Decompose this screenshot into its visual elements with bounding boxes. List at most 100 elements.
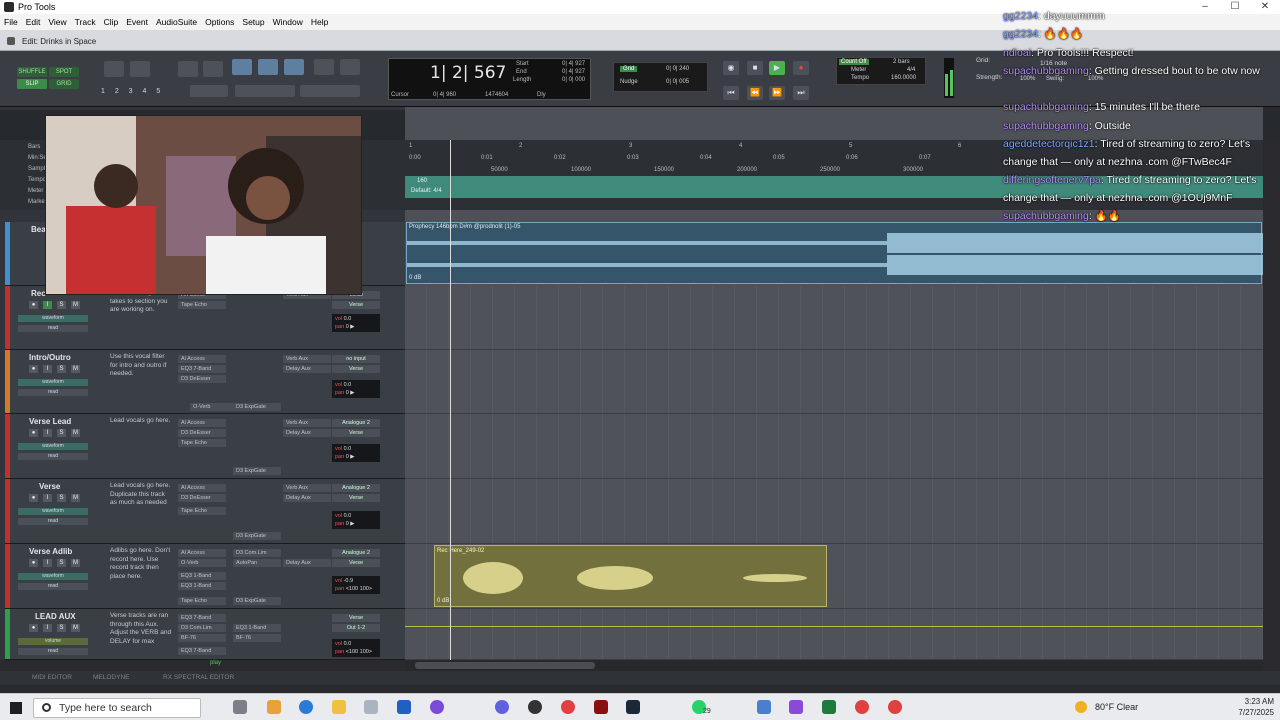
pencil-tool-icon[interactable] [340,59,360,75]
system-clock[interactable]: 3:23 AM 7/27/2025 [1238,696,1274,718]
input-monitor-button[interactable]: I [43,494,52,502]
automation-mode[interactable]: read [18,389,88,396]
taskbar-search-input[interactable]: Type here to search [33,698,201,718]
scrollbar-thumb[interactable] [415,662,595,669]
send-slot[interactable]: D3 Com.Lim [233,549,281,557]
input-selector[interactable]: Verse [332,614,380,622]
track-view-selector[interactable]: volume [18,638,88,645]
insert-slot[interactable]: Al Access [178,419,226,427]
insert-slot[interactable]: EQ3 1-Band [178,582,226,590]
end-value[interactable]: 0| 4| 927 [562,69,585,75]
media-icon[interactable] [528,700,542,714]
task-view-icon[interactable] [233,700,247,714]
track-view-selector[interactable]: waveform [18,379,88,386]
send-slot[interactable]: Delay Aux [283,365,331,373]
menu-edit[interactable]: Edit [26,17,41,27]
zoom-presets[interactable]: 1 2 3 4 5 [101,88,164,95]
zoomer-tool-icon[interactable] [203,61,223,77]
steam-icon[interactable] [626,700,640,714]
selector-tool-icon[interactable] [258,59,278,75]
track-verse-adlib[interactable]: Verse Adlib ● I S M waveform read Adlibs… [5,544,405,609]
automation-mode[interactable]: read [18,518,88,525]
solo-button[interactable]: S [57,301,66,309]
tab-midi-editor[interactable]: MIDI EDITOR [32,674,72,681]
track-view-selector[interactable]: waveform [18,508,88,515]
track-name[interactable]: Rec [31,289,46,298]
menu-file[interactable]: File [4,17,18,27]
record-enable-icon[interactable]: ● [29,494,38,502]
trim-tool-icon[interactable] [232,59,252,75]
nudge-value[interactable]: 0| 0| 005 [666,79,689,85]
menu-setup[interactable]: Setup [242,17,264,27]
insert-slot[interactable]: Al Access [178,484,226,492]
audio-clip-adlib[interactable]: Rec Here_249-02 0 dB [434,545,827,607]
input-monitor-button[interactable]: I [43,559,52,567]
insert-slot[interactable]: EQ3 7-Band [178,647,226,655]
zoom-out-icon[interactable] [104,61,124,77]
track-lane[interactable] [405,414,1263,479]
track-rec[interactable]: Rec ● I S M waveform read track and drag… [5,286,405,350]
count-off-button[interactable]: Count Off [839,59,869,65]
spot-mode-button[interactable]: SPOT [49,67,79,77]
tab-to-transient-icon[interactable] [190,85,228,97]
app-icon-3[interactable] [789,700,803,714]
track-name[interactable]: Verse Adlib [29,547,72,556]
edge-icon[interactable] [299,700,313,714]
fast-forward-button[interactable]: ⏩ [769,86,785,100]
file-explorer-icon[interactable] [332,700,346,714]
mute-button[interactable]: M [71,429,80,437]
track-view-selector[interactable]: waveform [18,573,88,580]
input-monitor-button[interactable]: I [43,624,52,632]
start-value[interactable]: 0| 4| 927 [562,61,585,67]
track-intro-outro[interactable]: Intro/Outro ● I S M waveform read Use th… [5,350,405,414]
input-selector[interactable]: Analogue 2 [332,419,380,427]
record-enable-icon[interactable]: ● [29,301,38,309]
menu-clip[interactable]: Clip [104,17,119,27]
clip-gain[interactable]: 0 dB [409,275,421,281]
menu-track[interactable]: Track [75,17,96,27]
weather-icon[interactable] [1075,701,1087,713]
insert-slot[interactable]: D3 ExpGate [233,403,281,411]
aux-automation-line[interactable] [405,626,1263,627]
return-to-zero-button[interactable]: ⏮ [723,86,739,100]
chrome-icon[interactable] [561,700,575,714]
go-to-end-button[interactable]: ⏭ [793,86,809,100]
audio-clip-beat[interactable]: Prophecy 146bpm D#m @prodnolit (1)-05 0 … [406,222,1263,284]
insert-slot[interactable]: Tape Echo [178,301,226,309]
record-enable-icon[interactable]: ● [29,559,38,567]
grid-value[interactable]: 0| 0| 240 [666,66,689,72]
chrome-icon-2[interactable] [855,700,869,714]
menu-view[interactable]: View [48,17,66,27]
outlook-icon[interactable] [397,700,411,714]
track-comment[interactable]: Use this vocal filter for intro and outr… [110,353,172,379]
solo-button[interactable]: S [57,429,66,437]
insert-slot[interactable]: O-Verb [178,559,226,567]
tab-melodyne[interactable]: MELODYNE [93,674,129,681]
track-name[interactable]: Verse Lead [29,417,71,426]
track-name[interactable]: Verse [39,482,60,491]
tempo-marker[interactable]: 160 [417,178,427,184]
mirror-midi-icon[interactable] [300,85,360,97]
length-value[interactable]: 0| 0| 000 [562,77,585,83]
input-selector[interactable]: no input [332,355,380,363]
track-verse[interactable]: Verse ● I S M waveform read Lead vocals … [5,479,405,544]
discord-icon[interactable] [495,700,509,714]
solo-button[interactable]: S [57,559,66,567]
mute-button[interactable]: M [71,624,80,632]
output-selector[interactable]: Verse [332,301,380,309]
output-selector[interactable]: Verse [332,494,380,502]
record-button[interactable]: ● [793,61,809,75]
track-comment[interactable]: Lead vocals go here. Duplicate this trac… [110,482,172,508]
app-icon[interactable] [267,700,281,714]
slip-mode-button[interactable]: SLIP [17,79,47,89]
chrome-icon-3[interactable] [888,700,902,714]
record-enable-icon[interactable]: ● [29,429,38,437]
adobe-icon[interactable] [594,700,608,714]
record-enable-icon[interactable]: ● [29,365,38,373]
send-slot[interactable]: Delay Aux [283,429,331,437]
track-verse-lead[interactable]: Verse Lead ● I S M waveform read Lead vo… [5,414,405,479]
rewind-button[interactable]: ⏪ [747,86,763,100]
send-slot[interactable]: Delay Aux [283,494,331,502]
menu-window[interactable]: Window [273,17,303,27]
scrubber-tool-icon[interactable] [314,59,334,75]
